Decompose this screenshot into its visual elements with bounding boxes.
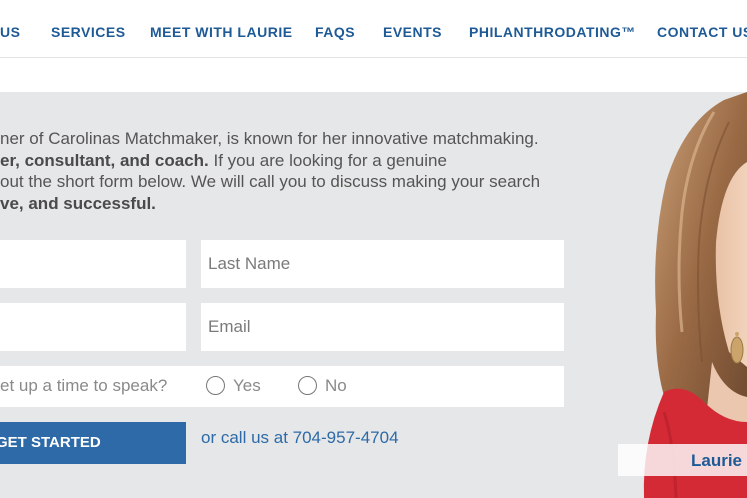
- hero-section: ner of Carolinas Matchmaker, is known fo…: [0, 92, 747, 498]
- nav-item-about-us[interactable]: US: [0, 24, 20, 40]
- intro-line-4-bold: ve, and successful.: [0, 193, 156, 213]
- no-radio[interactable]: [298, 376, 317, 395]
- portrait-name-text: Laurie: [691, 451, 743, 470]
- speak-question-label: et up a time to speak?: [0, 376, 168, 395]
- last-name-field[interactable]: [201, 240, 564, 288]
- yes-radio[interactable]: [206, 376, 225, 395]
- get-started-label: GET STARTED: [0, 434, 101, 451]
- intro-line-2-bold: er, consultant, and coach.: [0, 150, 209, 170]
- email-field[interactable]: [201, 303, 564, 351]
- phone-field[interactable]: [0, 303, 186, 351]
- intro-text: ner of Carolinas Matchmaker, is known fo…: [0, 128, 600, 214]
- no-radio-label[interactable]: No: [325, 376, 347, 396]
- intro-line-3: out the short form below. We will call y…: [0, 172, 541, 191]
- nav-item-services[interactable]: SERVICES: [51, 24, 126, 40]
- nav-item-events[interactable]: EVENTS: [383, 24, 442, 40]
- yes-radio-label[interactable]: Yes: [233, 376, 261, 396]
- intro-line-2: er, consultant, and coach. If you are lo…: [0, 150, 600, 172]
- nav-item-contact-us[interactable]: CONTACT US: [657, 24, 747, 40]
- get-started-button[interactable]: GET STARTED: [0, 422, 186, 464]
- top-nav: US SERVICES MEET WITH LAURIE FAQS EVENTS…: [0, 0, 747, 58]
- nav-item-philanthrodating[interactable]: PHILANTHRODATING™: [469, 24, 636, 40]
- speak-question-row: et up a time to speak? Yes No: [0, 366, 564, 407]
- intro-line-2-rest: If you are looking for a genuine: [208, 150, 447, 170]
- laurie-portrait-image: [643, 92, 747, 498]
- portrait-name-tag: Laurie: [618, 444, 747, 476]
- intro-line-1: ner of Carolinas Matchmaker, is known fo…: [0, 129, 539, 148]
- intro-line-4: ve, and successful.: [0, 193, 600, 215]
- first-name-field[interactable]: [0, 240, 186, 288]
- call-us-text[interactable]: or call us at 704-957-4704: [201, 428, 399, 448]
- nav-item-faqs[interactable]: FAQS: [315, 24, 355, 40]
- nav-item-meet-with-laurie[interactable]: MEET WITH LAURIE: [150, 24, 293, 40]
